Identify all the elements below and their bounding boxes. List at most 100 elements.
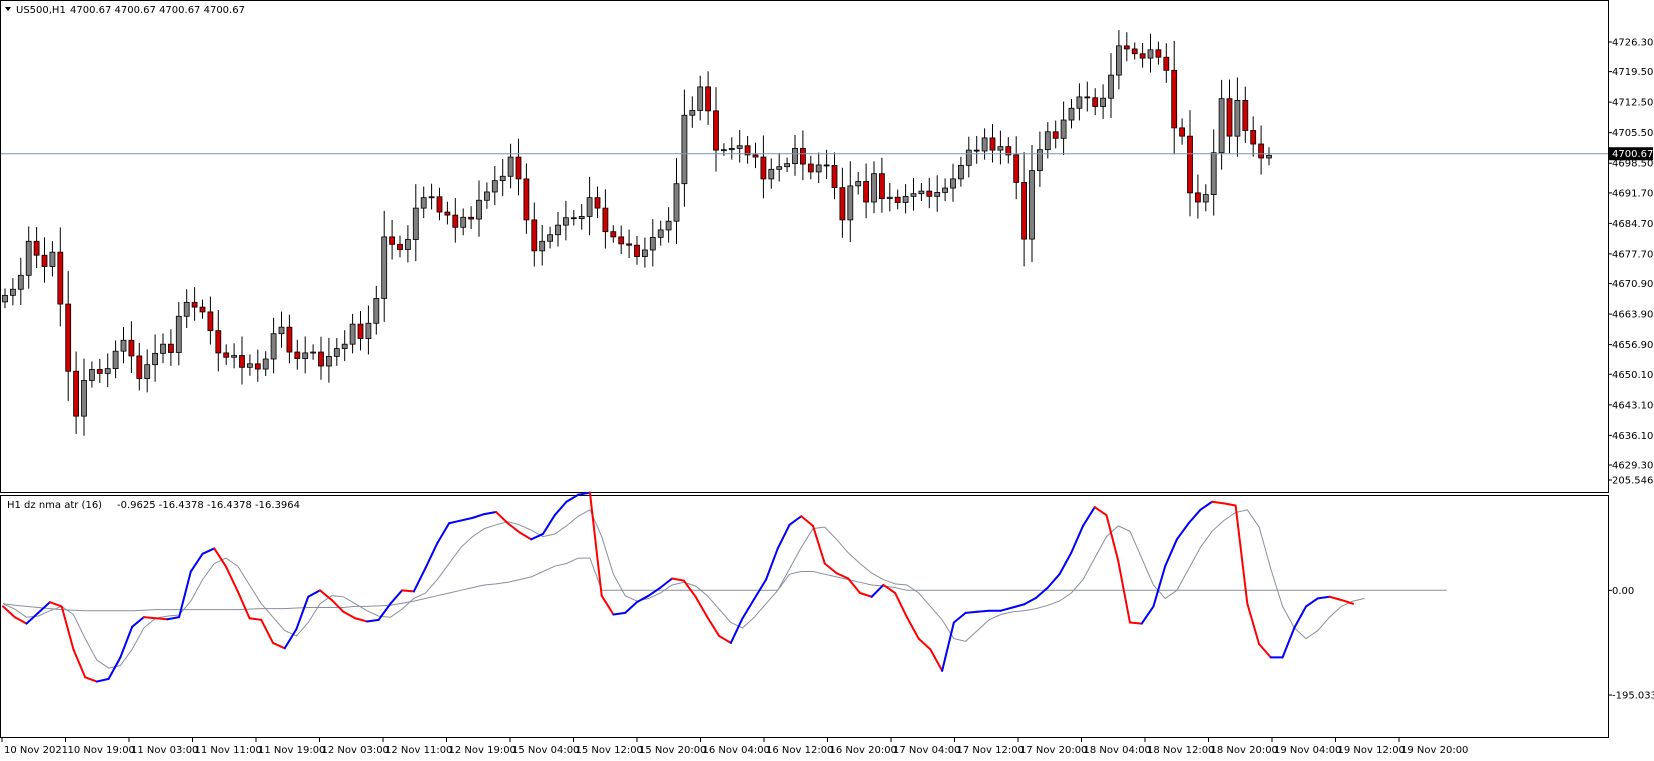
- bear-candle: [531, 219, 538, 252]
- bull-candle: [89, 369, 95, 381]
- bull-candle: [555, 224, 561, 236]
- bull-candle: [476, 199, 482, 220]
- time-axis: 10 Nov 2021 10 Nov 19:0011 Nov 03:0011 No…: [1, 738, 1468, 756]
- bear-candle: [926, 190, 933, 197]
- bear-candle: [1052, 131, 1059, 139]
- bull-candle: [120, 339, 127, 352]
- bull-candle: [231, 355, 238, 358]
- bear-candle: [57, 251, 64, 305]
- bull-candle: [910, 193, 917, 197]
- bull-candle: [1210, 152, 1217, 196]
- bull-candle: [1108, 74, 1114, 99]
- bear-candle: [1226, 98, 1233, 137]
- price-tick-label: 4698.50: [1612, 159, 1653, 170]
- nma-segment-rising: [964, 610, 979, 614]
- bull-candle: [144, 364, 151, 380]
- bull-candle: [460, 216, 467, 228]
- bull-candle: [649, 236, 656, 251]
- symbol-title[interactable]: US500,H1: [16, 5, 66, 16]
- bull-candle: [665, 220, 672, 231]
- bull-candle: [507, 156, 514, 177]
- bear-candle: [254, 363, 261, 370]
- bear-candle: [136, 355, 143, 380]
- bull-candle: [697, 86, 704, 111]
- bear-candle: [807, 163, 814, 173]
- bull-candle: [420, 197, 427, 209]
- price-tick-label: 4656.90: [1612, 340, 1653, 351]
- bull-candle: [721, 149, 727, 152]
- bull-candle: [855, 181, 862, 187]
- price-tick-label: 4663.90: [1612, 310, 1653, 321]
- time-tick-label: 10 Nov 19:00: [68, 745, 135, 756]
- bull-candle: [49, 251, 56, 267]
- bull-candle: [404, 239, 411, 250]
- bull-candle: [25, 240, 32, 276]
- bull-candle: [491, 180, 498, 193]
- bear-candle: [207, 311, 214, 332]
- bear-candle: [128, 339, 135, 357]
- main-chart-frame[interactable]: [0, 0, 1609, 493]
- bull-candle: [160, 343, 166, 354]
- bear-candle: [713, 110, 719, 151]
- bear-candle: [515, 156, 522, 180]
- bull-candle: [365, 322, 372, 339]
- bear-candle: [1131, 48, 1138, 55]
- bear-candle: [1123, 45, 1130, 50]
- indicator-tick-label: 205.5464: [1612, 476, 1654, 487]
- bull-candle: [381, 236, 388, 299]
- time-tick-label: 15 Nov 12:00: [576, 745, 643, 756]
- bull-candle: [1218, 98, 1225, 154]
- bull-candle: [1044, 131, 1051, 151]
- bear-candle: [286, 326, 293, 353]
- bull-candle: [657, 229, 664, 238]
- time-tick-label: 16 Nov 20:00: [830, 745, 897, 756]
- bear-candle: [1139, 53, 1146, 59]
- bear-candle: [989, 137, 996, 151]
- bull-candle: [1202, 194, 1209, 203]
- bull-candle: [792, 147, 798, 165]
- time-tick-label: 16 Nov 12:00: [766, 745, 833, 756]
- bear-candle: [863, 181, 869, 203]
- bear-candle: [389, 236, 396, 245]
- bull-candle: [736, 145, 743, 149]
- nma-segment-falling: [154, 617, 169, 621]
- bull-candle: [950, 178, 956, 189]
- bull-candle: [2, 294, 8, 303]
- bear-candle: [397, 243, 403, 250]
- bull-candle: [1234, 99, 1241, 137]
- bear-candle: [318, 351, 324, 367]
- bull-candle: [815, 164, 822, 173]
- bear-candle: [223, 352, 230, 358]
- bear-candle: [1179, 127, 1185, 137]
- indicator-axis: 205.5464 0.00 -195.0336: [1608, 476, 1654, 702]
- price-tick-label: 4650.10: [1612, 370, 1653, 381]
- bull-candle: [563, 217, 569, 226]
- time-tick-label: 18 Nov 20:00: [1211, 745, 1278, 756]
- bull-candle: [183, 301, 190, 317]
- indicator-frame[interactable]: [0, 495, 1609, 738]
- bull-candle: [270, 333, 277, 360]
- nma-segment-falling: [1128, 621, 1143, 625]
- bull-candle: [1029, 170, 1035, 240]
- bear-candle: [1092, 97, 1099, 107]
- bear-candle: [444, 211, 451, 216]
- bear-candle: [1242, 99, 1249, 131]
- indicator-readout: -0.9625 -16.4378 -16.4378 -16.3964: [117, 500, 300, 511]
- bear-candle: [973, 149, 980, 152]
- bear-candle: [1195, 192, 1201, 203]
- bull-candle: [246, 363, 253, 368]
- bull-candle: [1068, 107, 1075, 121]
- bear-candle: [1250, 130, 1257, 145]
- bull-candle: [642, 249, 648, 257]
- bull-candle: [112, 350, 119, 370]
- bear-candle: [96, 369, 103, 374]
- bull-candle: [934, 192, 941, 197]
- bull-candle: [1076, 96, 1083, 109]
- bear-candle: [823, 164, 830, 167]
- time-tick-label: 15 Nov 04:00: [512, 745, 579, 756]
- bear-candle: [33, 240, 40, 256]
- indicator-title[interactable]: H1 dz nma atr (16): [7, 500, 102, 511]
- bull-candle: [278, 326, 285, 335]
- trading-chart[interactable]: 4726.30 4719.50 4712.50 4705.50 4698.50 4691.…: [0, 0, 1654, 761]
- time-tick-label: 19 Nov 20:00: [1401, 745, 1468, 756]
